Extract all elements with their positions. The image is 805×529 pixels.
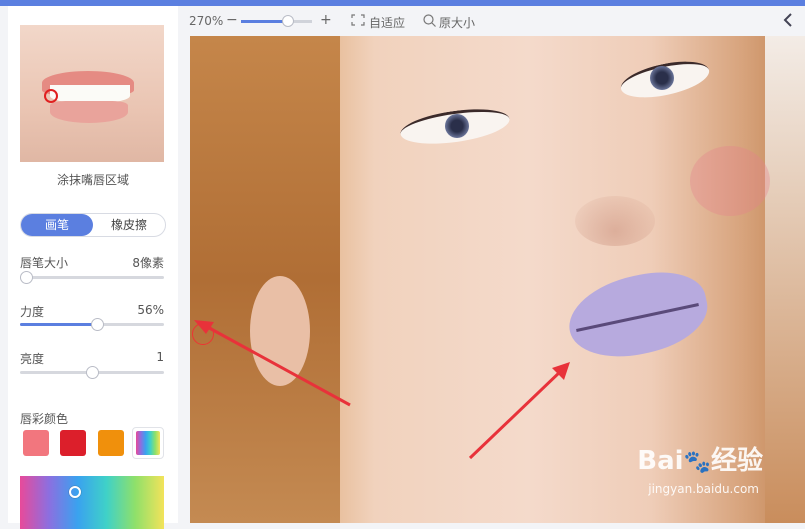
strength-slider-handle[interactable] — [91, 318, 104, 331]
brightness-value: 1 — [156, 350, 164, 364]
brush-size-label: 唇笔大小 — [20, 256, 69, 270]
nose — [575, 196, 655, 246]
lip-color-label: 唇彩颜色 — [20, 412, 69, 426]
strength-value: 56% — [137, 303, 164, 317]
zoom-out-button[interactable]: − — [226, 12, 238, 28]
brush-circle-icon — [44, 89, 58, 103]
annotation-arrows — [194, 320, 570, 460]
lip-example-image — [20, 25, 164, 162]
fit-button[interactable]: 自适应 — [369, 14, 405, 31]
watermark-url: jingyan.baidu.com — [648, 482, 759, 496]
swatch-custom-selected[interactable] — [132, 427, 164, 459]
watermark-suffix: 经验 — [710, 446, 763, 476]
brush-size-slider[interactable] — [20, 271, 164, 284]
brightness-slider[interactable] — [20, 366, 164, 379]
swatch-orange[interactable] — [98, 430, 124, 456]
zoom-value: 270% — [189, 14, 224, 28]
mode-toggle: 画笔 橡皮擦 — [20, 213, 166, 237]
rainbow-swatch-icon — [136, 431, 160, 455]
zoom-slider-handle[interactable] — [282, 15, 294, 27]
viewer-toolbar: 270% − + 自适应 原大小 — [180, 6, 805, 36]
eraser-mode-button[interactable]: 橡皮擦 — [93, 214, 165, 236]
arrow-to-lips — [468, 368, 564, 460]
fit-icon[interactable] — [351, 14, 365, 29]
watermark-brand: Bai — [637, 446, 684, 476]
baidu-watermark: Bai🐾经验 — [637, 440, 763, 477]
brush-size-value: 8像素 — [132, 256, 164, 270]
original-size-icon[interactable] — [423, 14, 436, 30]
arrow-to-cursor — [201, 322, 351, 407]
brush-size-slider-handle[interactable] — [20, 271, 33, 284]
right-iris — [650, 66, 674, 90]
zoom-slider[interactable] — [241, 15, 312, 27]
brush-mode-button[interactable]: 画笔 — [21, 214, 93, 236]
strength-label: 力度 — [20, 305, 45, 319]
cheek-blush — [690, 146, 770, 216]
strength-slider[interactable] — [20, 318, 164, 331]
arrow-head-left — [194, 320, 214, 334]
zoom-in-button[interactable]: + — [320, 12, 332, 28]
palette-picker-handle[interactable] — [69, 486, 81, 498]
swatch-pink[interactable] — [23, 430, 49, 456]
brightness-label: 亮度 — [20, 352, 45, 366]
left-iris — [445, 114, 469, 138]
brightness-slider-handle[interactable] — [86, 366, 99, 379]
chevron-left-icon[interactable] — [783, 13, 793, 30]
lip-tool-panel: 涂抹嘴唇区域 画笔 橡皮擦 唇笔大小 8像素 力度 56% 亮度 1 唇彩颜色 — [8, 6, 178, 529]
swatch-red[interactable] — [60, 430, 86, 456]
original-size-button[interactable]: 原大小 — [439, 14, 475, 31]
hair-right — [765, 36, 805, 523]
color-palette[interactable] — [20, 476, 164, 529]
paw-icon: 🐾 — [683, 450, 711, 475]
instruction-caption: 涂抹嘴唇区域 — [56, 173, 129, 187]
